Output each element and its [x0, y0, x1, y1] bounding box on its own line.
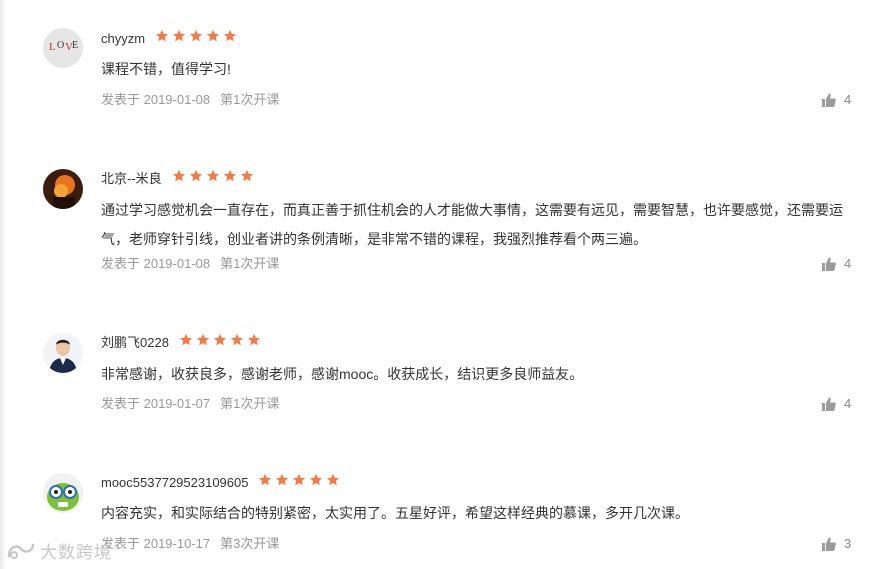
like-count: 4: [844, 256, 852, 271]
review-item: mooc5537729523109605 内容充实，和实际结合的特别紧密，太实用…: [0, 0, 887, 551]
star-icon: [223, 169, 237, 182]
avatar[interactable]: [43, 169, 83, 209]
star-icon: [326, 473, 340, 486]
like-button[interactable]: 3: [822, 536, 851, 552]
star-icon: [206, 169, 220, 182]
review-meta: 发表于 2019-10-17 第3次开课: [101, 536, 279, 552]
rating-stars: [172, 169, 254, 185]
username[interactable]: 刘鹏飞0228: [101, 335, 169, 351]
star-icon: [292, 473, 306, 486]
star-icon: [213, 333, 227, 346]
star-icon: [258, 473, 272, 486]
like-count: 3: [844, 536, 852, 551]
review-session: 第1次开课: [220, 396, 280, 411]
thumbs-up-icon: [822, 397, 836, 411]
thumbs-up-icon: [822, 257, 836, 271]
username[interactable]: mooc5537729523109605: [101, 475, 248, 491]
star-icon: [172, 169, 186, 182]
star-icon: [240, 169, 254, 182]
rating-stars: [179, 333, 261, 349]
star-icon: [230, 333, 244, 346]
review-content: 内容充实，和实际结合的特别紧密，太实用了。五星好评，希望这样经典的慕课，多开几次…: [101, 505, 689, 521]
thumbs-up-icon: [822, 537, 836, 551]
review-date: 发表于 2019-01-07: [101, 396, 211, 411]
review-content: 通过学习感觉机会一直存在，而真正善于抓住机会的人才能做大事情，这需要有远见，需要…: [101, 202, 843, 247]
star-icon: [179, 333, 193, 346]
star-icon: [309, 473, 323, 486]
like-button[interactable]: 4: [822, 256, 851, 272]
watermark-logo-icon: [7, 543, 35, 559]
review-date: 发表于 2019-10-17: [101, 536, 211, 551]
username[interactable]: 北京--米良: [101, 171, 162, 187]
star-icon: [189, 169, 203, 182]
like-button[interactable]: 4: [822, 396, 851, 412]
star-icon: [275, 473, 289, 486]
avatar[interactable]: [43, 473, 83, 513]
rating-stars: [258, 473, 340, 489]
review-date: 发表于 2019-01-08: [101, 256, 211, 271]
watermark-text: 大数跨境: [40, 543, 112, 562]
star-icon: [196, 333, 210, 346]
review-session: 第3次开课: [220, 536, 280, 551]
review-content: 非常感谢，收获良多，感谢老师，感谢mooc。收获成长，结识更多良师益友。: [101, 366, 584, 382]
review-meta: 发表于 2019-01-07 第1次开课: [101, 396, 279, 412]
like-count: 4: [844, 396, 852, 411]
avatar[interactable]: [43, 333, 83, 373]
review-session: 第1次开课: [220, 256, 280, 271]
watermark: 大数跨境: [6, 538, 112, 563]
review-meta: 发表于 2019-01-08 第1次开课: [101, 256, 279, 272]
star-icon: [247, 333, 261, 346]
